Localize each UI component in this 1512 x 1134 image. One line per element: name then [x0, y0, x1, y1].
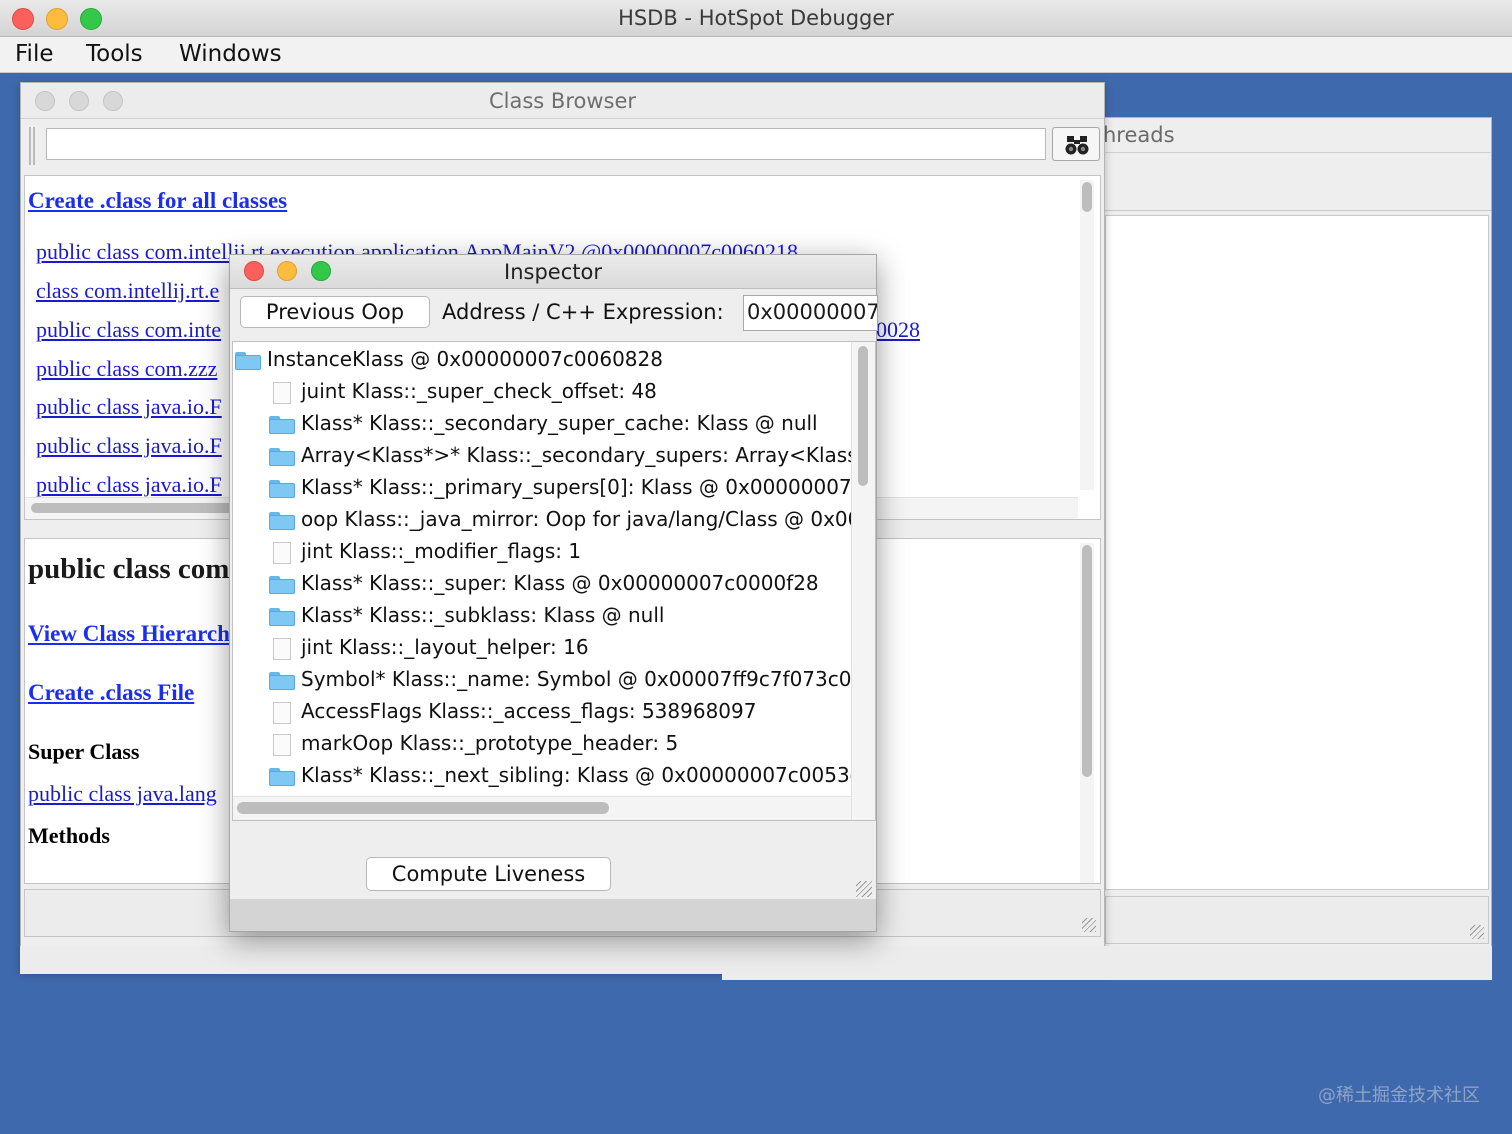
class-list-item[interactable]: public class com.zzz	[36, 356, 217, 382]
toolbar-grip-icon[interactable]	[29, 127, 35, 165]
desktop-strip	[722, 946, 1492, 980]
super-class-link[interactable]: public class java.lang	[28, 781, 217, 807]
tree-horizontal-scrollbar[interactable]	[233, 796, 851, 820]
compute-liveness-button[interactable]: Compute Liveness	[366, 857, 611, 891]
file-icon	[273, 734, 291, 756]
inspector-title: Inspector	[504, 260, 602, 284]
inspector-window[interactable]: Inspector Previous Oop Address / C++ Exp…	[229, 254, 878, 932]
folder-icon	[269, 608, 295, 626]
tree-node-label: Klass* Klass::_subklass: Klass @ null	[301, 603, 665, 627]
threads-window[interactable]: hreads	[1060, 117, 1492, 947]
tree-node[interactable]: Symbol* Klass::_name: Symbol @ 0x00007ff…	[233, 664, 853, 696]
folder-icon	[269, 512, 295, 530]
tree-node[interactable]: Klass* Klass::_next_sibling: Klass @ 0x0…	[233, 760, 861, 792]
class-list-item-fragment[interactable]: 0028	[876, 317, 920, 343]
class-list-item[interactable]: class com.intellij.rt.e	[36, 278, 219, 304]
folder-icon	[269, 416, 295, 434]
class-list-hscroll-thumb[interactable]	[31, 503, 251, 513]
create-class-file-link[interactable]: Create .class File	[28, 680, 194, 706]
tree-node[interactable]: Klass* Klass::_secondary_super_cache: Kl…	[233, 408, 853, 440]
tree-node-label: juint Klass::_super_check_offset: 48	[301, 379, 657, 403]
tree-node[interactable]: markOop Klass::_prototype_header: 5	[233, 728, 853, 760]
file-icon	[273, 702, 291, 724]
file-icon	[273, 542, 291, 564]
class-browser-titlebar[interactable]: Class Browser	[21, 83, 1104, 119]
class-detail-scroll-thumb[interactable]	[1082, 545, 1092, 777]
tree-node-label: Klass* Klass::_super: Klass @ 0x00000007…	[301, 571, 819, 595]
tree-vscroll-thumb[interactable]	[858, 346, 868, 486]
folder-icon	[269, 672, 295, 690]
menu-windows[interactable]: Windows	[179, 41, 282, 67]
super-class-label: Super Class	[28, 739, 140, 764]
resize-grip-icon[interactable]	[1082, 918, 1096, 932]
tree-node[interactable]: jint Klass::_layout_helper: 16	[233, 632, 853, 664]
app-titlebar: HSDB - HotSpot Debugger	[0, 0, 1512, 37]
tree-node[interactable]: juint Klass::_super_check_offset: 48	[233, 376, 853, 408]
tree-node[interactable]: Klass* Klass::_super: Klass @ 0x00000007…	[233, 568, 853, 600]
class-search-button[interactable]	[1052, 127, 1100, 161]
tree-node[interactable]: Array<Klass*>* Klass::_secondary_supers:…	[233, 440, 868, 472]
class-list-scroll-thumb[interactable]	[1082, 182, 1092, 212]
inspector-bottom-strip	[230, 899, 876, 931]
threads-status-area	[1105, 896, 1489, 944]
class-detail-heading: public class com	[28, 553, 230, 585]
class-list-item[interactable]: public class java.io.F	[36, 472, 222, 498]
tree-node-label: jint Klass::_modifier_flags: 1	[301, 539, 582, 563]
inspector-titlebar[interactable]: Inspector	[230, 255, 876, 289]
view-class-hierarchy-link[interactable]: View Class Hierarch	[28, 621, 230, 647]
resize-grip-icon[interactable]	[1470, 925, 1484, 939]
tree-node[interactable]: jint Klass::_modifier_flags: 1	[233, 536, 853, 568]
binoculars-icon	[1065, 136, 1089, 155]
tree-node-label: InstanceKlass @ 0x00000007c0060828	[267, 347, 663, 371]
file-icon	[273, 382, 291, 404]
tree-hscroll-thumb[interactable]	[237, 802, 609, 814]
folder-icon	[235, 352, 261, 370]
tree-node[interactable]: InstanceKlass @ 0x00000007c0060828	[233, 344, 853, 376]
create-class-for-all-link[interactable]: Create .class for all classes	[28, 188, 287, 214]
methods-label: Methods	[28, 823, 110, 848]
menu-file[interactable]: File	[15, 41, 54, 67]
tree-node-label: AccessFlags Klass::_access_flags: 538968…	[301, 699, 757, 723]
app-title: HSDB - HotSpot Debugger	[618, 6, 894, 30]
address-expression-label: Address / C++ Expression:	[442, 300, 724, 324]
tree-node[interactable]: Klass* Klass::_subklass: Klass @ null	[233, 600, 853, 632]
threads-content-panel[interactable]	[1105, 215, 1489, 890]
folder-icon	[269, 480, 295, 498]
threads-title-divider	[1061, 152, 1491, 153]
tree-node-label: Klass* Klass::_secondary_super_cache: Kl…	[301, 411, 818, 435]
previous-oop-button[interactable]: Previous Oop	[240, 296, 430, 328]
tree-node[interactable]: oop Klass::_java_mirror: Oop for java/la…	[233, 504, 860, 536]
threads-toolbar-divider	[1105, 210, 1491, 211]
threads-window-title: hreads	[1103, 123, 1175, 147]
tree-node[interactable]: Klass* Klass::_primary_supers[0]: Klass …	[233, 472, 863, 504]
class-browser-title: Class Browser	[488, 89, 637, 113]
desktop-strip	[20, 946, 722, 974]
tree-vertical-scrollbar[interactable]	[851, 342, 875, 820]
class-list-item[interactable]: public class java.io.F	[36, 433, 222, 459]
tree-node[interactable]: AccessFlags Klass::_access_flags: 538968…	[233, 696, 853, 728]
tree-node-label: Symbol* Klass::_name: Symbol @ 0x00007ff…	[301, 667, 852, 691]
tree-node-label: jint Klass::_layout_helper: 16	[301, 635, 589, 659]
class-list-item[interactable]: public class com.inte	[36, 317, 221, 343]
resize-grip-icon[interactable]	[856, 881, 872, 897]
folder-icon	[269, 768, 295, 786]
class-list-vertical-scrollbar[interactable]	[1080, 180, 1094, 490]
folder-icon	[269, 576, 295, 594]
file-icon	[273, 638, 291, 660]
class-search-input[interactable]	[46, 128, 1046, 160]
address-expression-input[interactable]: 0x00000007	[743, 295, 878, 331]
tree-node-label: Klass* Klass::_primary_supers[0]: Klass …	[301, 475, 863, 499]
tree-node-label: markOop Klass::_prototype_header: 5	[301, 731, 679, 755]
inspector-tree[interactable]: InstanceKlass @ 0x00000007c0060828 juint …	[232, 341, 876, 821]
folder-icon	[269, 448, 295, 466]
tree-node-label: Array<Klass*>* Klass::_secondary_supers:…	[301, 443, 868, 467]
tree-node-label: oop Klass::_java_mirror: Oop for java/la…	[301, 507, 861, 531]
tree-node-label: Klass* Klass::_next_sibling: Klass @ 0x0…	[301, 763, 861, 787]
menu-tools[interactable]: Tools	[86, 41, 143, 67]
watermark: @稀土掘金技术社区	[1318, 1085, 1480, 1106]
class-list-item[interactable]: public class java.io.F	[36, 394, 222, 420]
menubar: File Tools Windows	[0, 37, 1512, 73]
